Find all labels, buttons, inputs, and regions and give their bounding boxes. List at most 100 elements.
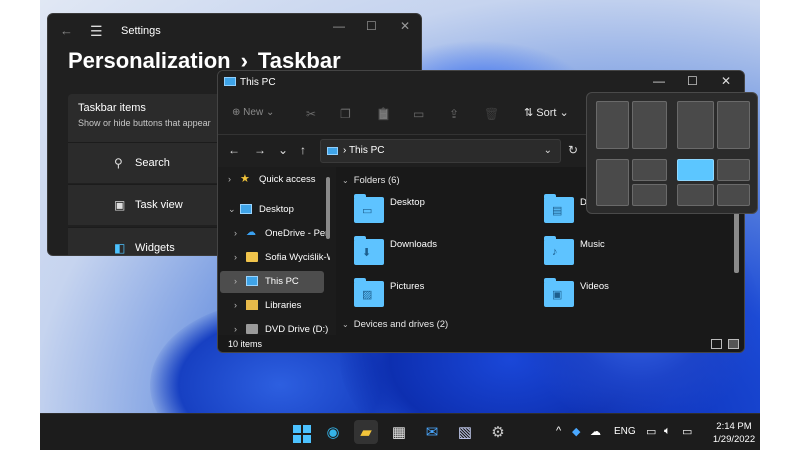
recent-locations-icon[interactable]: ⌄ bbox=[278, 143, 288, 157]
expand-icon[interactable]: › bbox=[234, 276, 237, 286]
folder-pictures[interactable]: ▨ Pictures bbox=[354, 278, 534, 311]
minimize-button[interactable]: — bbox=[653, 74, 665, 88]
settings-button[interactable]: ⚙ bbox=[486, 420, 510, 444]
details-view-icon[interactable] bbox=[711, 339, 722, 349]
nav-item-quick-access[interactable]: › ★ Quick access bbox=[220, 169, 324, 191]
maximize-button[interactable]: ☐ bbox=[687, 74, 698, 88]
display-icon[interactable]: ▭ bbox=[646, 425, 656, 438]
maximize-button[interactable]: ☐ bbox=[366, 19, 377, 33]
nav-scrollbar[interactable] bbox=[326, 177, 330, 239]
back-arrow-icon[interactable]: ← bbox=[228, 143, 240, 157]
dvd-drive-icon bbox=[246, 324, 258, 334]
expand-icon[interactable]: › bbox=[234, 252, 237, 262]
taskbar: ◉ ▰ ▦ ✉ ▧ ⚙ ^ ◆ ☁ ENG ▭ 🔈︎ ▭ 2:14 PM 1/2… bbox=[40, 413, 760, 450]
expand-icon[interactable]: › bbox=[234, 324, 237, 334]
folder-videos[interactable]: ▣ Videos bbox=[544, 278, 724, 311]
expand-icon[interactable]: › bbox=[228, 174, 231, 184]
item-label: Task view bbox=[135, 199, 183, 211]
battery-icon[interactable]: ▭ bbox=[682, 425, 692, 438]
photos-button[interactable]: ▧ bbox=[453, 420, 477, 444]
snap-zone-narrow-right[interactable] bbox=[717, 101, 750, 149]
share-icon[interactable]: ⇪ bbox=[449, 107, 459, 121]
folder-icon: ▣ bbox=[544, 278, 574, 307]
minimize-button[interactable]: — bbox=[333, 19, 345, 33]
snap-zone-bottom-right[interactable] bbox=[632, 184, 667, 206]
copy-icon[interactable]: ❐ bbox=[340, 107, 351, 121]
card-subtitle: Show or hide buttons that appear bbox=[78, 118, 211, 128]
network-warning-icon[interactable]: ◆ bbox=[572, 425, 580, 438]
sort-button[interactable]: ⇅ Sort ⌄ bbox=[524, 106, 569, 119]
rename-icon[interactable]: ▭ bbox=[413, 107, 424, 121]
close-button[interactable]: ✕ bbox=[721, 74, 731, 88]
clock[interactable]: 2:14 PM 1/29/2022 bbox=[710, 420, 758, 446]
folder-music[interactable]: ♪ Music bbox=[544, 236, 724, 269]
folder-desktop[interactable]: ▭ Desktop bbox=[354, 194, 534, 227]
item-label: Widgets bbox=[135, 242, 175, 254]
start-button[interactable] bbox=[288, 420, 312, 444]
nav-label: Libraries bbox=[265, 300, 302, 311]
this-pc-icon bbox=[246, 276, 258, 286]
clock-date: 1/29/2022 bbox=[712, 434, 756, 445]
star-icon: ★ bbox=[240, 173, 250, 185]
this-pc-icon bbox=[327, 147, 338, 155]
drives-group-header[interactable]: ⌄ Devices and drives (2) bbox=[342, 319, 448, 330]
volume-icon[interactable]: 🔈︎ bbox=[664, 425, 671, 438]
refresh-icon[interactable]: ↻ bbox=[568, 143, 578, 157]
tiles-view-icon[interactable] bbox=[728, 339, 739, 349]
address-input[interactable]: › This PC ⌄ bbox=[320, 139, 561, 163]
store-button[interactable]: ▦ bbox=[387, 420, 411, 444]
folder-label: Desktop bbox=[390, 197, 425, 208]
snap-zone-top-left-highlighted[interactable] bbox=[677, 159, 714, 181]
snap-zone-quad-bottom-right[interactable] bbox=[717, 184, 750, 206]
nav-label: DVD Drive (D:) bbox=[265, 324, 329, 335]
expand-icon[interactable]: › bbox=[234, 228, 237, 238]
snap-zone-half-right[interactable] bbox=[632, 101, 667, 149]
videos-glyph-icon: ▣ bbox=[552, 289, 563, 301]
content-scrollbar[interactable] bbox=[734, 207, 739, 273]
path-segment-this-pc[interactable]: This PC bbox=[349, 145, 385, 156]
nav-item-this-pc[interactable]: › This PC bbox=[220, 271, 324, 293]
mail-button[interactable]: ✉ bbox=[420, 420, 444, 444]
drives-group-label: Devices and drives (2) bbox=[353, 319, 449, 330]
show-hidden-icons-chevron[interactable]: ^ bbox=[556, 425, 561, 437]
snap-zone-quad-bottom-left[interactable] bbox=[677, 184, 714, 206]
file-explorer-button[interactable]: ▰ bbox=[354, 420, 378, 444]
folder-icon bbox=[246, 252, 258, 262]
onedrive-cloud-icon[interactable]: ☁ bbox=[590, 425, 601, 438]
paste-icon[interactable]: 📋 bbox=[376, 107, 391, 121]
nav-item-onedrive[interactable]: › ☁ OneDrive - Pers bbox=[226, 223, 330, 245]
up-arrow-icon[interactable]: ↑ bbox=[300, 143, 306, 157]
collapse-icon[interactable]: ⌄ bbox=[228, 204, 236, 215]
snap-zone-half-left[interactable] bbox=[596, 101, 629, 149]
close-button[interactable]: ✕ bbox=[400, 19, 410, 33]
snap-zone-wide-left[interactable] bbox=[677, 101, 714, 149]
breadcrumb-personalization[interactable]: Personalization bbox=[68, 48, 231, 73]
forward-arrow-icon[interactable]: → bbox=[254, 143, 266, 157]
settings-titlebar[interactable]: ← ☰ Settings — ☐ ✕ bbox=[48, 14, 421, 48]
nav-label: OneDrive - Pers bbox=[265, 228, 330, 239]
snap-zone-left[interactable] bbox=[596, 159, 629, 206]
new-button[interactable]: ⊕ New ⌄ bbox=[232, 107, 274, 118]
nav-item-libraries[interactable]: › Libraries bbox=[226, 295, 330, 317]
hamburger-menu-icon[interactable]: ☰ bbox=[90, 23, 103, 40]
nav-label: Sofia Wyciślik-W bbox=[265, 252, 330, 263]
folder-label: Music bbox=[580, 239, 605, 250]
back-arrow-icon[interactable]: ← bbox=[60, 23, 73, 38]
desktop: ← ☰ Settings — ☐ ✕ Personalization › Taskb… bbox=[40, 0, 760, 450]
address-dropdown-icon[interactable]: ⌄ bbox=[544, 145, 552, 156]
snap-zone-top-right[interactable] bbox=[632, 159, 667, 181]
card-title: Taskbar items bbox=[78, 102, 146, 114]
download-glyph-icon: ⬇ bbox=[362, 247, 372, 259]
nav-item-desktop[interactable]: ⌄ Desktop bbox=[220, 199, 324, 221]
snap-zone-quad-top-right[interactable] bbox=[717, 159, 750, 181]
input-language[interactable]: ENG bbox=[614, 426, 636, 437]
folder-downloads[interactable]: ⬇ Downloads bbox=[354, 236, 534, 269]
expand-icon[interactable]: › bbox=[234, 300, 237, 310]
settings-title: Settings bbox=[121, 25, 161, 37]
cut-icon[interactable]: ✂ bbox=[306, 107, 316, 121]
delete-icon[interactable]: 🗑 bbox=[484, 107, 499, 121]
nav-label: This PC bbox=[265, 276, 299, 287]
edge-button[interactable]: ◉ bbox=[321, 420, 345, 444]
folders-group-header[interactable]: ⌄ Folders (6) bbox=[342, 175, 400, 186]
nav-item-user-folder[interactable]: › Sofia Wyciślik-W bbox=[226, 247, 330, 269]
